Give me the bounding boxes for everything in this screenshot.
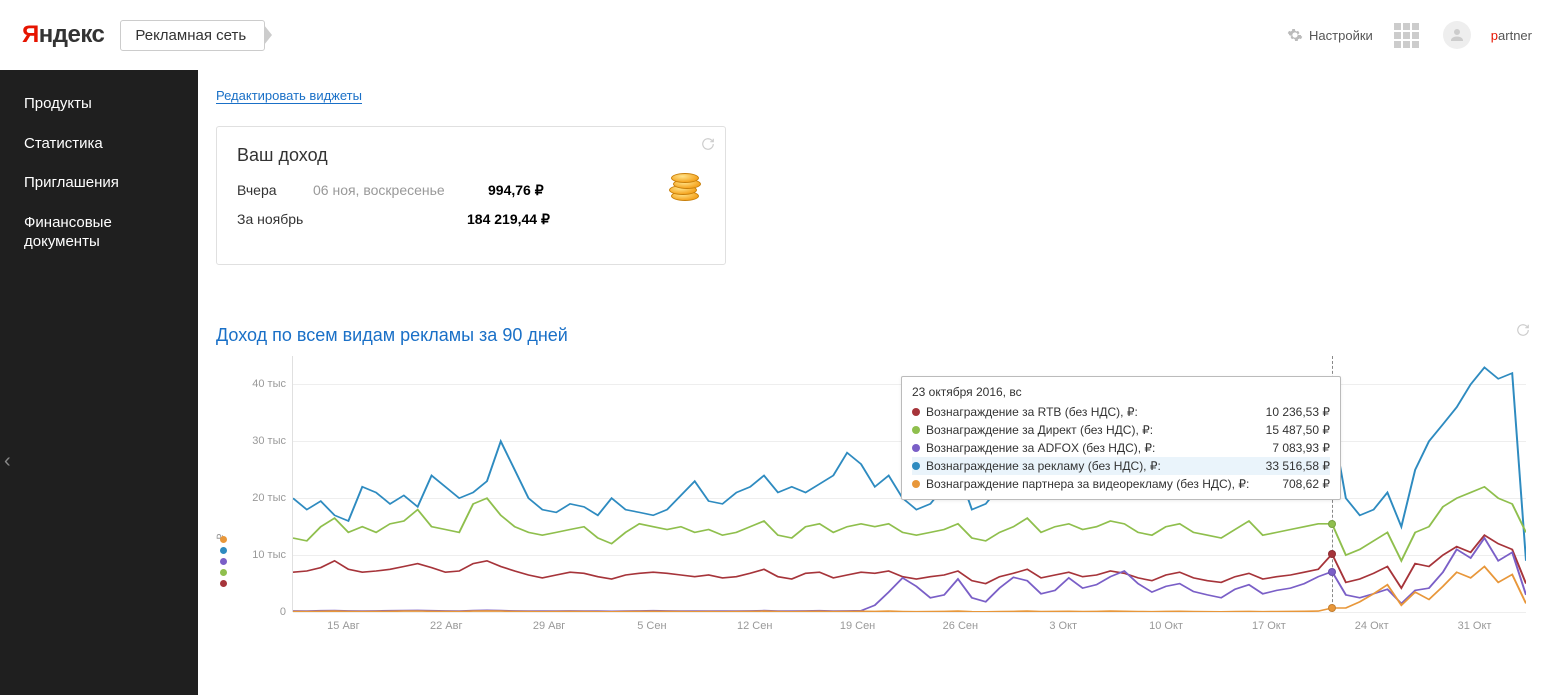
y-tick-label: 20 тыс [252, 492, 286, 504]
settings-label: Настройки [1309, 28, 1373, 43]
apps-grid-icon[interactable] [1393, 22, 1423, 49]
sidebar-item-finance[interactable]: Финансовые документы [0, 203, 198, 262]
income-date: 06 ноя, воскресенье [313, 182, 488, 198]
tooltip-row: Вознаграждение за RTB (без НДС), ₽:10 23… [912, 403, 1330, 421]
x-tick-label: 15 Авг [292, 620, 395, 632]
user-icon [1448, 26, 1466, 44]
chart-title[interactable]: Доход по всем видам рекламы за 90 дней [216, 325, 1526, 346]
tooltip-series-name: Вознаграждение за рекламу (без НДС), ₽: [926, 459, 1266, 473]
y-tick-label: 0 [280, 606, 286, 618]
service-tag[interactable]: Рекламная сеть [120, 20, 265, 51]
x-tick-label: 3 Окт [1012, 620, 1115, 632]
service-label: Рекламная сеть [135, 27, 246, 44]
sidebar-item-products[interactable]: Продукты [0, 84, 198, 124]
avatar[interactable] [1443, 21, 1471, 49]
y-tick-label: 40 тыс [252, 378, 286, 390]
tooltip-dot [912, 444, 920, 452]
x-tick-label: 5 Сен [600, 620, 703, 632]
tooltip-series-value: 10 236,53 ₽ [1266, 405, 1330, 419]
tooltip-dot [912, 480, 920, 488]
legend-dot [220, 547, 227, 554]
legend-dot [220, 558, 227, 565]
y-tick-label: 30 тыс [252, 435, 286, 447]
hover-point [1328, 568, 1336, 576]
income-row: Вчера 06 ноя, воскресенье 994,76 ₽ [237, 182, 705, 199]
tooltip-series-value: 708,62 ₽ [1282, 477, 1330, 491]
income-label: Вчера [237, 182, 293, 198]
logo-rest: ндекс [39, 21, 105, 48]
sidebar-item-label: Приглашения [24, 174, 119, 191]
chart-area[interactable]: ₽ 010 тыс20 тыс30 тыс40 тыс 23 октября 2… [216, 356, 1526, 612]
hover-point [1328, 604, 1336, 612]
tooltip-series-name: Вознаграждение за Директ (без НДС), ₽: [926, 423, 1266, 437]
tooltip-series-name: Вознаграждение за RTB (без НДС), ₽: [926, 405, 1266, 419]
sidebar-collapse-icon[interactable]: ‹ [4, 450, 11, 473]
tooltip-dot [912, 462, 920, 470]
income-title: Ваш доход [237, 145, 705, 166]
legend-dots [220, 536, 227, 587]
x-tick-label: 19 Сен [806, 620, 909, 632]
refresh-icon[interactable] [701, 137, 715, 154]
sidebar-item-label: Финансовые документы [24, 214, 112, 251]
x-tick-label: 17 Окт [1217, 620, 1320, 632]
sidebar-item-statistics[interactable]: Статистика [0, 124, 198, 164]
x-tick-label: 12 Сен [703, 620, 806, 632]
tooltip-row: Вознаграждение за Директ (без НДС), ₽:15… [912, 421, 1330, 439]
legend-dot [220, 569, 227, 576]
username-rest: artner [1498, 28, 1532, 43]
income-value: 994,76 ₽ [488, 182, 544, 199]
legend-dot [220, 536, 227, 543]
sidebar-item-invitations[interactable]: Приглашения [0, 163, 198, 203]
gear-icon [1287, 27, 1303, 43]
logo[interactable]: Яндекс [22, 21, 104, 49]
tooltip-row: Вознаграждение за рекламу (без НДС), ₽:3… [912, 457, 1330, 475]
refresh-icon[interactable] [1516, 323, 1530, 340]
tooltip-dot [912, 408, 920, 416]
income-label: За ноябрь [237, 211, 467, 227]
x-tick-label: 22 Авг [395, 620, 498, 632]
hover-point [1328, 520, 1336, 528]
income-value: 184 219,44 ₽ [467, 211, 550, 228]
content: Редактировать виджеты Ваш доход Вчера 06… [198, 70, 1554, 695]
sidebar-item-label: Статистика [24, 135, 103, 152]
header: Яндекс Рекламная сеть Настройки partner [0, 0, 1554, 70]
x-tick-label: 31 Окт [1423, 620, 1526, 632]
edit-widgets-link[interactable]: Редактировать виджеты [216, 88, 362, 104]
header-right: Настройки partner [1287, 21, 1532, 49]
coins-icon [667, 171, 703, 207]
x-tick-label: 10 Окт [1115, 620, 1218, 632]
tooltip-dot [912, 426, 920, 434]
settings-link[interactable]: Настройки [1287, 27, 1373, 43]
chart-tooltip: 23 октября 2016, вс Вознаграждение за RT… [901, 376, 1341, 500]
y-tick-label: 10 тыс [252, 549, 286, 561]
username[interactable]: partner [1491, 28, 1532, 43]
chart-widget: Доход по всем видам рекламы за 90 дней ₽… [216, 325, 1526, 632]
x-tick-label: 26 Сен [909, 620, 1012, 632]
sidebar-item-label: Продукты [24, 95, 92, 112]
tooltip-series-name: Вознаграждение за ADFOX (без НДС), ₽: [926, 441, 1272, 455]
legend-dot [220, 580, 227, 587]
x-tick-label: 29 Авг [498, 620, 601, 632]
tooltip-series-value: 15 487,50 ₽ [1266, 423, 1330, 437]
tooltip-row: Вознаграждение за ADFOX (без НДС), ₽:7 0… [912, 439, 1330, 457]
income-widget: Ваш доход Вчера 06 ноя, воскресенье 994,… [216, 126, 726, 265]
income-row: За ноябрь 184 219,44 ₽ [237, 211, 705, 228]
tooltip-series-value: 7 083,93 ₽ [1272, 441, 1330, 455]
logo-letter: Я [22, 21, 39, 48]
tooltip-date: 23 октября 2016, вс [912, 385, 1330, 399]
tooltip-row: Вознаграждение партнера за видеорекламу … [912, 475, 1330, 493]
x-tick-label: 24 Окт [1320, 620, 1423, 632]
username-prefix: p [1491, 28, 1498, 43]
sidebar: Продукты Статистика Приглашения Финансов… [0, 70, 198, 695]
tooltip-series-name: Вознаграждение партнера за видеорекламу … [926, 477, 1282, 491]
hover-point [1328, 550, 1336, 558]
tooltip-series-value: 33 516,58 ₽ [1266, 459, 1330, 473]
